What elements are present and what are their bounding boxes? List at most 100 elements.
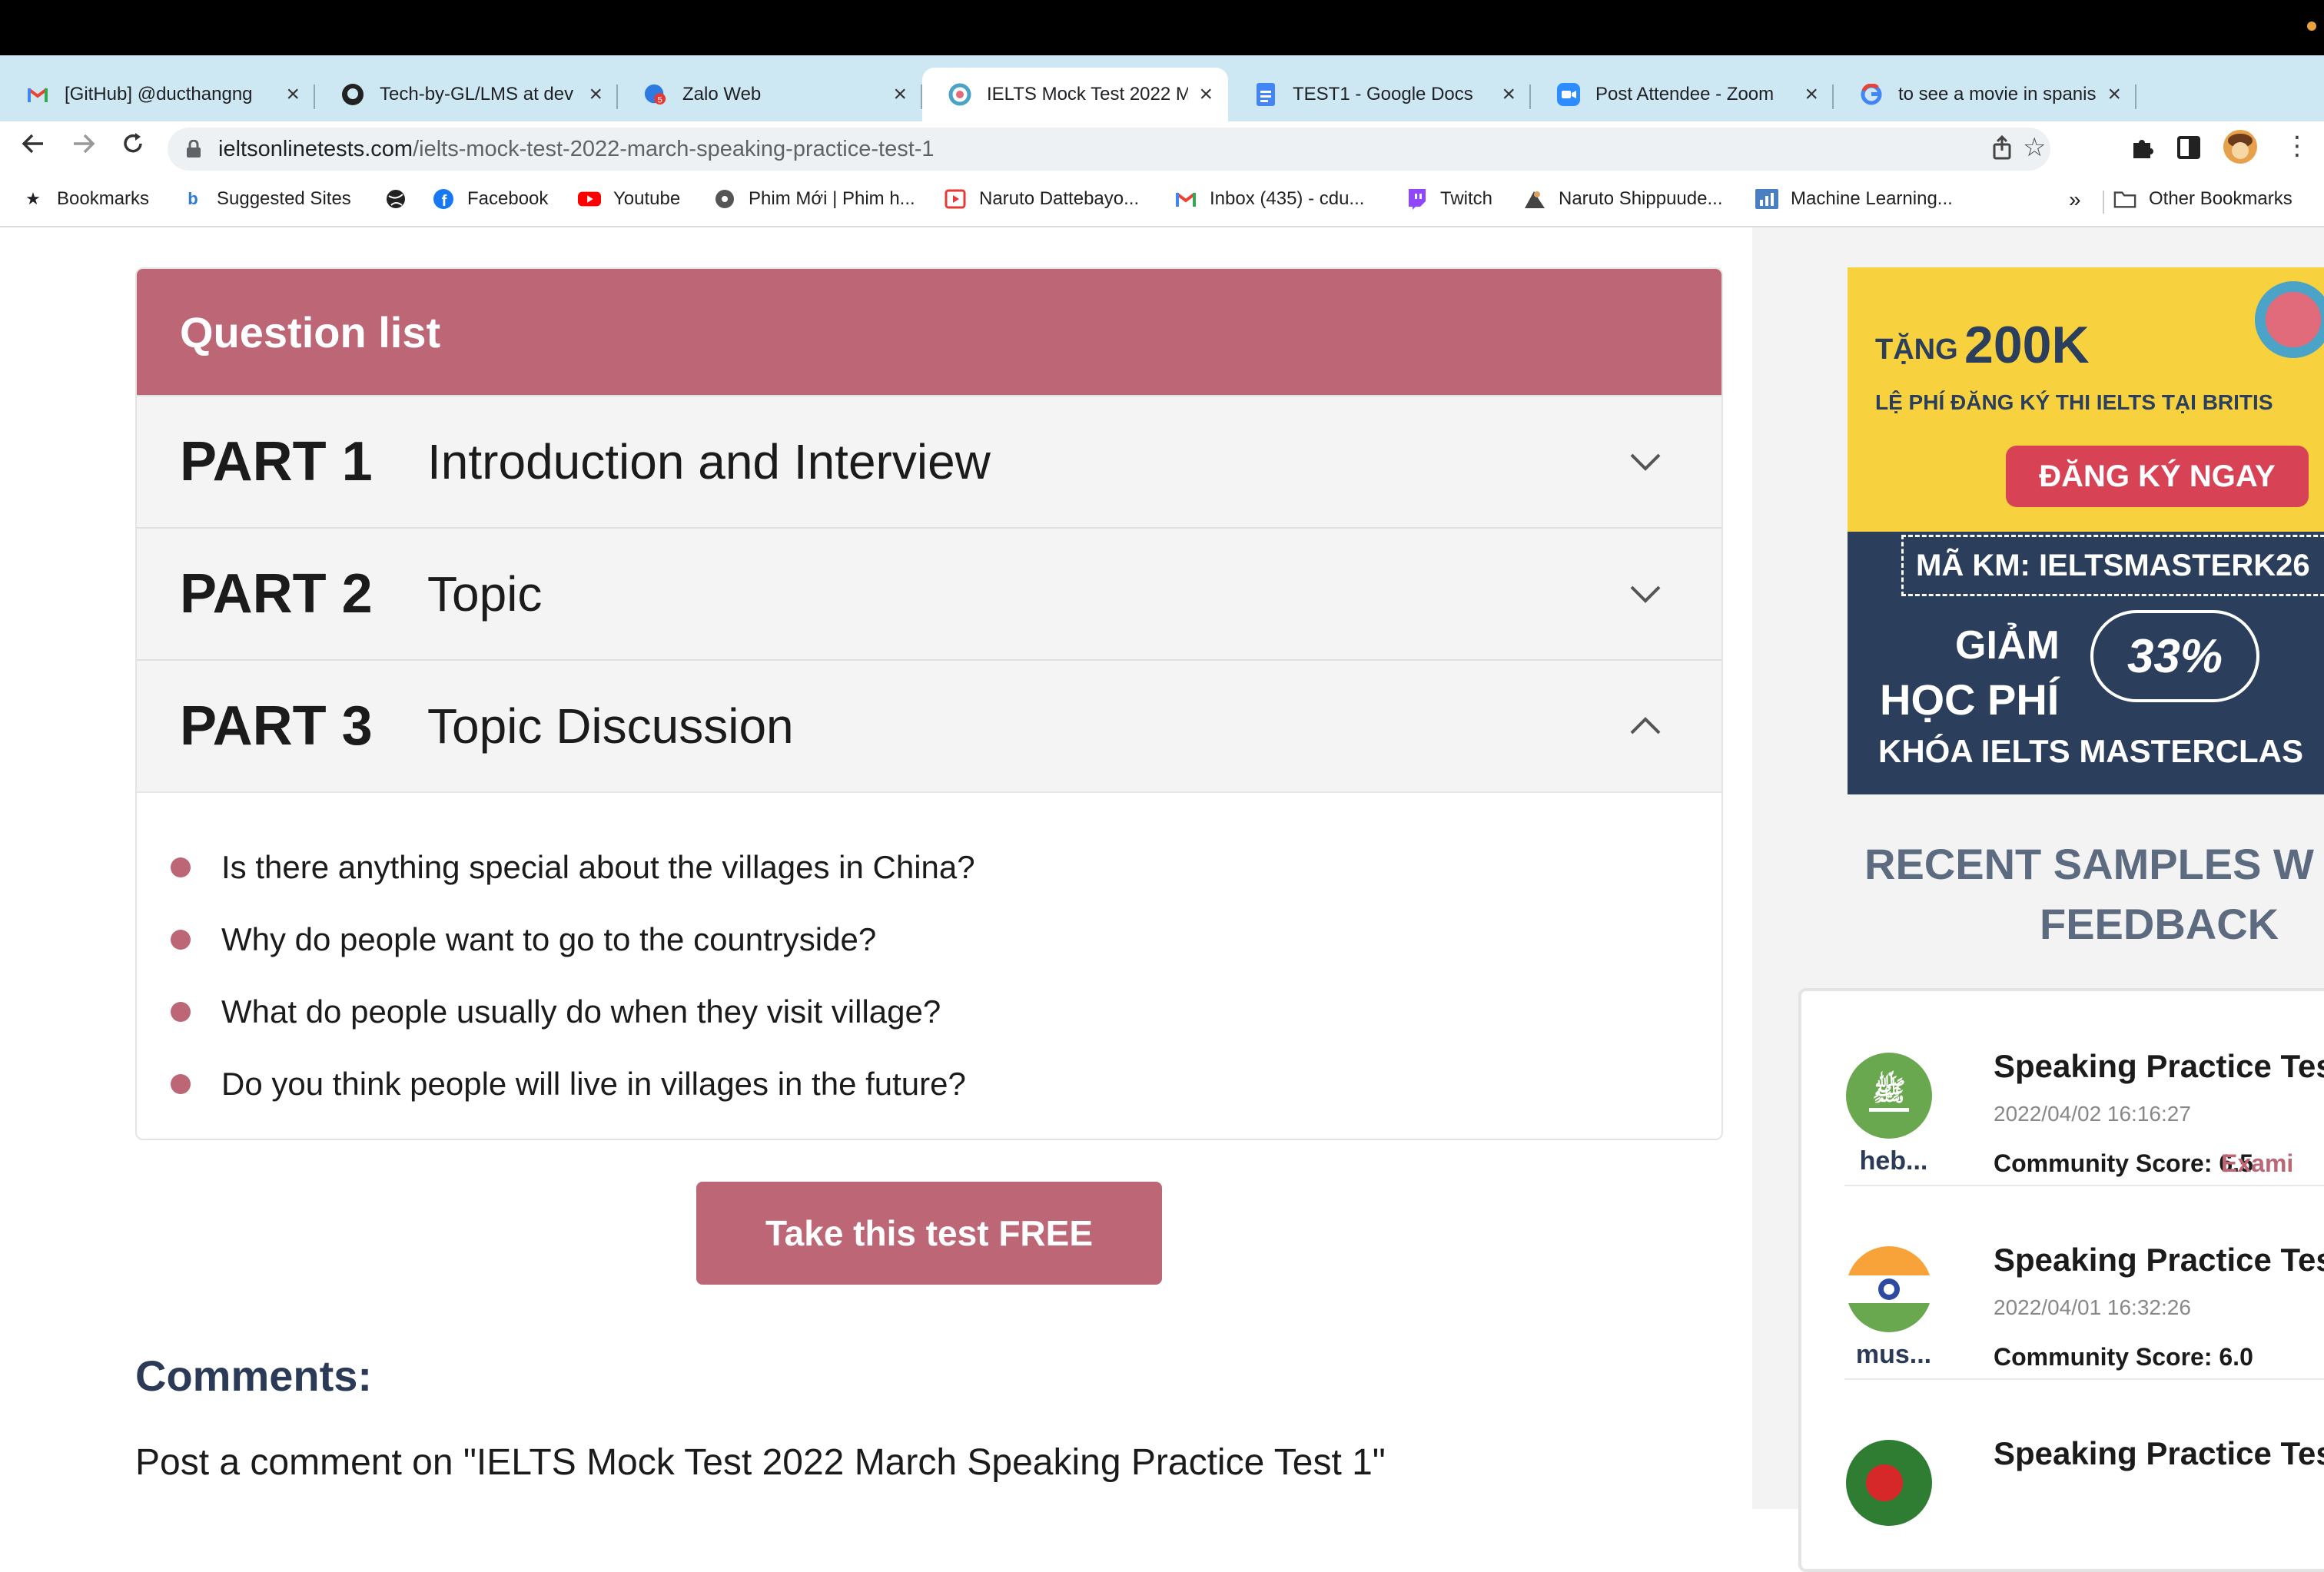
promo-course-label: KHÓA IELTS MASTERCLAS [1878,733,2303,769]
tab-title: Tech-by-GL/LMS at dev [380,84,574,104]
url-text: ieltsonlinetests.com/ielts-mock-test-202… [218,137,935,162]
tab-google-docs[interactable]: TEST1 - Google Docs × [1228,68,1531,121]
bookmark-label: Naruto Dattebayo... [979,188,1140,209]
chevron-up-icon[interactable] [1626,707,1665,745]
sample-score: Community Score: 6.0 [1994,1343,2253,1371]
recent-heading-line-2: FEEDBACK [2040,900,2279,948]
reload-icon[interactable] [114,131,152,164]
sample-item[interactable]: mus... Speaking Practice Test 2022/04/01… [1801,1185,2324,1378]
extensions-icon[interactable] [2129,135,2155,168]
other-bookmarks[interactable]: Other Bookmarks [2113,187,2292,211]
zalo-icon: 5 [644,83,667,106]
tab-ielts-active[interactable]: IELTS Mock Test 2022 M × [922,68,1228,121]
status-dot [2307,22,2316,31]
star-icon: ★ [25,189,41,208]
bookmark-naruto-shippuden[interactable]: Naruto Shippuude... [1523,187,1722,211]
close-icon[interactable]: × [286,81,300,108]
promo-tuition-label: HỌC PHÍ [1880,675,2060,724]
question-item: Why do people want to go to the countrys… [137,904,1721,976]
sample-divider [1844,1378,2324,1380]
sample-title[interactable]: Speaking Practice Test [1994,1242,2324,1278]
back-arrow-icon[interactable] [14,131,52,164]
promo-banner[interactable]: TẶNG 200K LỆ PHÍ ĐĂNG KÝ THI IELTS TẠI B… [1848,267,2324,794]
take-test-button[interactable]: Take this test FREE [696,1182,1162,1285]
sample-username[interactable]: mus... [1848,1340,1940,1370]
close-icon[interactable]: × [1199,81,1213,108]
address-bar[interactable]: ieltsonlinetests.com/ielts-mock-test-202… [168,128,2050,171]
post-comment-prompt: Post a comment on "IELTS Mock Test 2022 … [135,1442,1386,1483]
close-icon[interactable]: × [2107,81,2121,108]
promo-percent-bubble: 33% [2090,610,2259,702]
sample-username[interactable]: heb... [1848,1146,1940,1176]
close-icon[interactable]: × [1502,81,1516,108]
promo-register-button[interactable]: ĐĂNG KÝ NGAY [2006,446,2309,507]
promo-gift-label: TẶNG [1875,333,1958,366]
tab-github-mail[interactable]: [GitHub] @ducthangng × [0,68,315,121]
brand-logo-icon [2255,281,2324,358]
bullet-icon [171,930,191,950]
part-number: PART 2 [180,563,373,625]
bookmarks-overflow-button[interactable]: » [2069,187,2081,212]
sample-item[interactable]: ﷺ heb... Speaking Practice Test 2022/04/… [1801,991,2324,1185]
bookmark-globe[interactable] [384,187,420,211]
close-icon[interactable]: × [893,81,907,108]
avatar[interactable] [2223,129,2258,171]
part-number: PART 1 [180,431,373,492]
forward-arrow-icon[interactable] [65,131,103,164]
tab-title: [GitHub] @ducthangng [65,84,253,104]
tab-google-search[interactable]: to see a movie in spanis × [1834,68,2136,121]
question-item: Do you think people will live in village… [137,1048,1721,1120]
twitch-icon [1405,187,1428,211]
bookmark-inbox[interactable]: Inbox (435) - cdu... [1174,187,1364,211]
sample-date: 2022/04/01 16:32:26 [1994,1295,2191,1319]
side-panel-icon[interactable] [2176,135,2201,167]
tab-zoom[interactable]: Post Attendee - Zoom × [1531,68,1834,121]
globe-icon [384,187,407,211]
part-title: Introduction and Interview [427,434,991,489]
lock-icon[interactable] [186,139,201,162]
film-icon [713,187,736,211]
tab-strip: [GitHub] @ducthangng × Tech-by-GL/LMS at… [0,55,2324,157]
close-icon[interactable]: × [589,81,603,108]
chevron-down-icon[interactable] [1626,575,1665,613]
part-3-accordion[interactable]: PART 3 Topic Discussion [137,659,1721,791]
bookmark-label: Machine Learning... [1791,188,1953,209]
part-2-accordion[interactable]: PART 2 Topic [137,527,1721,659]
part-title: Topic [427,566,543,622]
docs-icon [1254,83,1277,106]
sample-title[interactable]: Speaking Practice Test [1994,1048,2324,1085]
bookmark-label: Bookmarks [57,188,150,209]
promo-code: MÃ KM: IELTSMASTERK26 [1901,535,2324,596]
bookmark-twitch[interactable]: Twitch [1405,187,1492,211]
sample-title[interactable]: Speaking Practice Test [1994,1435,2324,1472]
bookmark-label: Naruto Shippuude... [1559,188,1723,209]
sample-examiner-link[interactable]: Exami [2221,1149,2293,1178]
page-content: Question list PART 1 Introduction and In… [0,227,2324,1572]
bookmark-machine-learning[interactable]: Machine Learning... [1755,187,1953,211]
bookmark-facebook[interactable]: f Facebook [432,187,548,211]
sample-score: Community Score: 6.5 [1994,1149,2253,1177]
part-number: PART 3 [180,695,373,757]
saudi-flag-icon: ﷺ [1846,1053,1932,1139]
bookmark-naruto-dattebayo[interactable]: Naruto Dattebayo... [944,187,1139,211]
tab-zalo[interactable]: 5 Zalo Web × [618,68,922,121]
url-path: /ielts-mock-test-2022-march-speaking-pra… [413,137,935,161]
more-vert-icon[interactable]: ⋮ [2284,131,2310,161]
bullet-icon [171,857,191,877]
question-list-header: Question list [137,269,1721,395]
question-text: Do you think people will live in village… [221,1066,966,1102]
github-icon [341,83,364,106]
bookmark-bookmarks[interactable]: ★ Bookmarks [22,187,149,211]
bookmark-youtube[interactable]: Youtube [578,187,680,211]
bookmark-suggested-sites[interactable]: b Suggested Sites [181,187,351,211]
star-icon[interactable]: ☆ [2023,132,2046,163]
close-icon[interactable]: × [1804,81,1818,108]
bookmark-phim-moi[interactable]: Phim Mới | Phim h... [713,187,915,211]
sample-item[interactable]: Speaking Practice Test [1801,1378,2324,1572]
share-icon[interactable] [1990,134,2014,167]
part-1-accordion[interactable]: PART 1 Introduction and Interview [137,395,1721,527]
bullet-icon [171,1002,191,1022]
tab-github-lms[interactable]: Tech-by-GL/LMS at dev × [315,68,618,121]
chevron-down-icon[interactable] [1626,443,1665,481]
question-item: Is there anything special about the vill… [137,831,1721,904]
